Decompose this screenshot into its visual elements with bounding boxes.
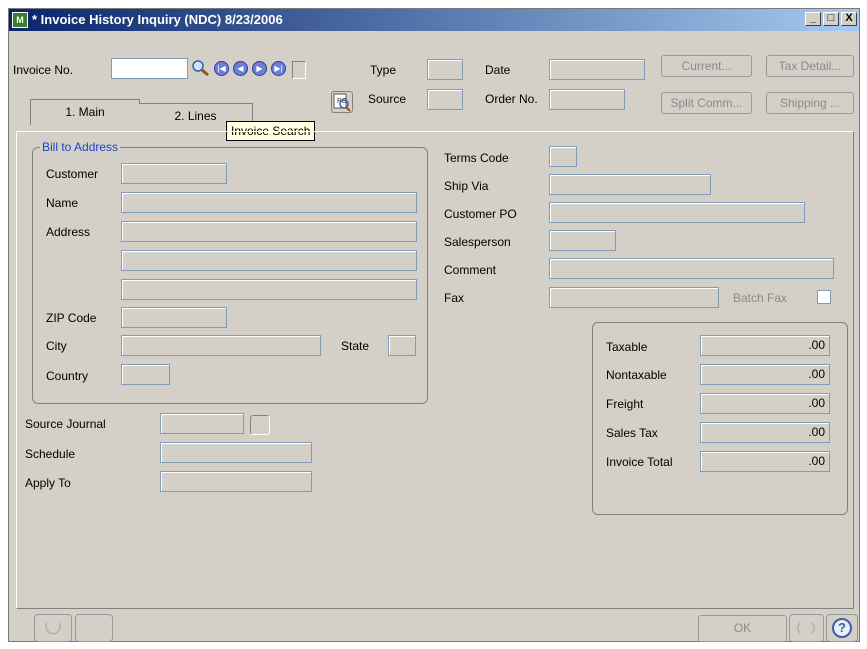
current-button[interactable]: Current... bbox=[661, 55, 752, 77]
customer-po-label: Customer PO bbox=[444, 207, 517, 221]
customer-label: Customer bbox=[46, 167, 99, 181]
refresh-button[interactable] bbox=[789, 614, 824, 642]
ok-button[interactable]: OK bbox=[698, 615, 787, 642]
previous-record-icon[interactable]: ◀ bbox=[233, 61, 248, 76]
help-icon: ? bbox=[832, 618, 852, 638]
schedule-label: Schedule bbox=[25, 447, 76, 461]
zip-code-field bbox=[121, 307, 227, 328]
terms-code-field bbox=[549, 146, 577, 167]
address-line3-field bbox=[121, 279, 417, 300]
country-label: Country bbox=[46, 369, 89, 383]
date-label: Date bbox=[485, 63, 511, 77]
name-label: Name bbox=[46, 196, 79, 210]
maximize-button[interactable]: □ bbox=[823, 12, 839, 26]
fax-field bbox=[549, 287, 719, 308]
lookup-button[interactable] bbox=[292, 61, 306, 79]
country-field bbox=[121, 364, 170, 385]
invoice-total-label: Invoice Total bbox=[606, 455, 673, 469]
city-label: City bbox=[46, 339, 67, 353]
source-journal-lookup[interactable] bbox=[250, 415, 270, 435]
next-record-icon[interactable]: ▶ bbox=[252, 61, 267, 76]
tab-main[interactable]: 1. Main bbox=[30, 99, 140, 125]
source-journal-label: Source Journal bbox=[25, 417, 106, 431]
bill-to-address-group bbox=[32, 147, 428, 404]
last-record-icon[interactable]: ▶| bbox=[271, 61, 286, 76]
schedule-field bbox=[160, 442, 312, 463]
invoice-history-window: M * Invoice History Inquiry (NDC) 8/23/2… bbox=[8, 8, 860, 642]
customer-field bbox=[121, 163, 227, 184]
apply-to-label: Apply To bbox=[25, 476, 71, 490]
order-no-label: Order No. bbox=[485, 92, 538, 106]
customer-po-field bbox=[549, 202, 805, 223]
zip-code-label: ZIP Code bbox=[46, 311, 97, 325]
type-label: Type bbox=[370, 63, 397, 77]
nontaxable-value: .00 bbox=[700, 364, 830, 385]
invoice-no-input[interactable] bbox=[111, 58, 188, 79]
close-button[interactable]: X bbox=[841, 12, 857, 26]
nontaxable-label: Nontaxable bbox=[606, 368, 667, 382]
state-label: State bbox=[341, 339, 370, 353]
sales-tax-value: .00 bbox=[700, 422, 830, 443]
bill-to-address-title: Bill to Address bbox=[40, 140, 121, 154]
address-line2-field bbox=[121, 250, 417, 271]
freight-value: .00 bbox=[700, 393, 830, 414]
freight-label: Freight bbox=[606, 397, 644, 411]
undo-icon bbox=[45, 622, 61, 635]
help-button[interactable]: ? bbox=[826, 614, 858, 642]
source-journal-field bbox=[160, 413, 244, 434]
fax-label: Fax bbox=[444, 291, 465, 305]
salesperson-field bbox=[549, 230, 616, 251]
comment-label: Comment bbox=[444, 263, 497, 277]
tax-detail-button[interactable]: Tax Detail... bbox=[766, 55, 854, 77]
taxable-label: Taxable bbox=[606, 340, 648, 354]
ship-via-field bbox=[549, 174, 711, 195]
split-comm-button[interactable]: Split Comm... bbox=[661, 92, 752, 114]
invoice-no-label: Invoice No. bbox=[13, 63, 74, 77]
batch-fax-label: Batch Fax bbox=[733, 291, 788, 305]
app-icon: M bbox=[12, 12, 28, 28]
minimize-button[interactable]: _ bbox=[805, 12, 821, 26]
refresh-icon bbox=[797, 622, 815, 634]
invoice-search-icon: PO bbox=[333, 93, 351, 112]
comment-field bbox=[549, 258, 834, 279]
date-field bbox=[549, 59, 645, 80]
shipping-button[interactable]: Shipping ... bbox=[766, 92, 854, 114]
city-field bbox=[121, 335, 321, 356]
invoice-total-value: .00 bbox=[700, 451, 830, 472]
taxable-value: .00 bbox=[700, 335, 830, 356]
salesperson-label: Salesperson bbox=[444, 235, 511, 249]
apply-to-field bbox=[160, 471, 312, 492]
window-title: * Invoice History Inquiry (NDC) 8/23/200… bbox=[32, 12, 283, 27]
source-label: Source bbox=[368, 92, 407, 106]
type-field bbox=[427, 59, 463, 80]
sales-tax-label: Sales Tax bbox=[606, 426, 658, 440]
first-record-icon[interactable]: |◀ bbox=[214, 61, 229, 76]
address-line1-field bbox=[121, 221, 417, 242]
source-field bbox=[427, 89, 463, 110]
terms-code-label: Terms Code bbox=[444, 151, 509, 165]
order-no-field bbox=[549, 89, 625, 110]
name-field bbox=[121, 192, 417, 213]
invoice-search-button[interactable]: PO bbox=[331, 91, 353, 113]
batch-fax-checkbox[interactable] bbox=[817, 290, 831, 304]
undo-button[interactable] bbox=[34, 614, 72, 642]
search-icon[interactable] bbox=[191, 59, 211, 77]
address-label: Address bbox=[46, 225, 91, 239]
ship-via-label: Ship Via bbox=[444, 179, 489, 193]
title-bar: M * Invoice History Inquiry (NDC) 8/23/2… bbox=[9, 9, 859, 31]
svg-text:PO: PO bbox=[337, 98, 348, 105]
state-field bbox=[388, 335, 416, 356]
print-button[interactable] bbox=[75, 614, 113, 642]
